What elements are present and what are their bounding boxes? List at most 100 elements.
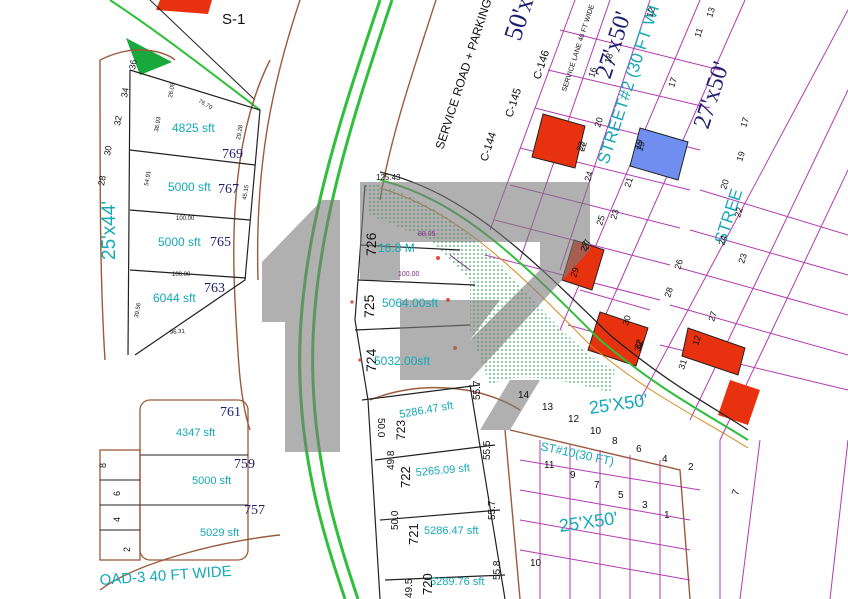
svg-text:12: 12	[568, 414, 580, 425]
svg-text:38.93: 38.93	[154, 116, 163, 132]
lot-number-763: 763	[204, 281, 225, 296]
label-size-25-b: 25'X50'	[558, 508, 619, 536]
lot-area-767: 5000 sft	[168, 180, 211, 194]
lot-area-761: 4347 sft	[176, 427, 215, 439]
svg-text:11: 11	[692, 27, 704, 39]
lot-area-759: 5000 sft	[192, 475, 231, 487]
lot-number-725: 725	[361, 294, 377, 318]
svg-text:19: 19	[734, 150, 747, 163]
svg-text:26.09: 26.09	[168, 82, 177, 98]
lot-area-725: 5064.00sft	[382, 296, 439, 310]
svg-text:8: 8	[612, 436, 618, 447]
label-size-25-a: 25'X50'	[588, 390, 649, 418]
svg-text:22: 22	[732, 206, 745, 219]
svg-text:76.70: 76.70	[197, 99, 214, 112]
svg-text:6: 6	[112, 491, 122, 496]
red-plot	[681, 327, 746, 376]
svg-text:17: 17	[666, 76, 679, 89]
lot-number-721: 721	[406, 523, 421, 545]
lot-number-759: 759	[234, 457, 255, 472]
svg-text:10: 10	[590, 426, 602, 437]
svg-text:8: 8	[98, 463, 108, 468]
svg-text:9: 9	[570, 470, 576, 481]
lot-number-765: 765	[210, 235, 231, 250]
lot-area-723: 5286.47 sft	[398, 400, 454, 421]
lot-area-726: 16.8 M	[378, 241, 415, 255]
svg-text:28: 28	[662, 286, 675, 299]
svg-text:14: 14	[518, 390, 530, 401]
svg-text:6: 6	[636, 444, 642, 455]
lot-number-757: 757	[244, 503, 265, 518]
lot-number-726: 726	[363, 232, 379, 256]
svg-text:34: 34	[119, 87, 131, 99]
left-ruler: 36 34 32 30 28	[96, 59, 139, 187]
dim-mid-b: 100.00	[398, 271, 420, 278]
svg-text:96.31: 96.31	[170, 329, 186, 336]
svg-text:10: 10	[530, 558, 542, 569]
lot-number-769: 769	[222, 147, 243, 162]
lot-number-722: 722	[398, 466, 413, 488]
svg-text:31: 31	[676, 358, 689, 371]
lot-area-765: 5000 sft	[158, 235, 201, 249]
lot-area-721: 5286.47 sft	[424, 525, 478, 537]
lot-area-720: 5289.76 sft	[430, 576, 484, 588]
svg-text:3: 3	[642, 500, 648, 511]
svg-text:23: 23	[736, 252, 749, 265]
dim-l2: 49.8	[386, 450, 397, 470]
bottom-left-lot-labels: 4347 sft 761 5000 sft 759 5029 sft 757	[176, 405, 265, 539]
blue-plot	[629, 127, 689, 181]
lot-area-722: 5265.09 sft	[415, 462, 470, 479]
svg-text:100.00: 100.00	[176, 216, 195, 222]
svg-text:7: 7	[730, 488, 742, 497]
svg-text:2: 2	[688, 462, 694, 473]
lot-area-757: 5029 sft	[200, 527, 239, 539]
label-c144: C-144	[478, 131, 499, 163]
svg-text:27: 27	[706, 310, 719, 323]
svg-text:29.28: 29.28	[236, 124, 245, 140]
lot-number-767: 767	[218, 182, 239, 197]
svg-text:36: 36	[127, 59, 139, 71]
label-s1: S-1	[222, 11, 245, 28]
label-service-road: SERVICE ROAD + PARKING	[433, 0, 495, 151]
svg-text:39.56: 39.56	[134, 302, 143, 318]
svg-text:17: 17	[738, 116, 751, 129]
svg-text:7: 7	[594, 480, 600, 491]
label-road3: OAD-3 40 FT WIDE	[99, 563, 232, 589]
label-c145: C-145	[503, 87, 524, 119]
label-size-top: 50'x	[498, 0, 539, 44]
dim-l1: 50.0	[375, 418, 386, 438]
site-plan-map: S-1 SERVICE ROAD + PARKING C-144 C-145 C…	[96, 0, 848, 599]
svg-text:2: 2	[122, 547, 132, 552]
dim-d3: 55.7	[487, 500, 498, 520]
dim-d1: 55.7	[472, 380, 483, 400]
svg-text:4: 4	[662, 454, 668, 465]
svg-text:1: 1	[664, 510, 670, 521]
lot-number-761: 761	[220, 405, 241, 420]
svg-text:21: 21	[622, 176, 635, 189]
label-c146: C-146	[531, 49, 552, 81]
svg-text:100.00: 100.00	[172, 272, 191, 278]
lot-number-723: 723	[394, 420, 408, 440]
dim-d2: 55.5	[482, 440, 493, 460]
lot-number-720: 720	[420, 573, 435, 595]
label-size-left: 25'x44'	[99, 201, 120, 260]
lot-area-763: 6044 sft	[153, 291, 196, 305]
svg-text:28: 28	[96, 175, 108, 187]
svg-text:30: 30	[102, 145, 114, 157]
svg-text:11: 11	[544, 460, 555, 471]
bottom-ruler: 8 6 4 2	[98, 463, 132, 552]
dim-l4: 49.5	[404, 578, 415, 598]
lot-area-769: 4825 sft	[172, 121, 215, 135]
dim-top: 125.43	[376, 173, 401, 182]
svg-text:4: 4	[112, 517, 122, 522]
svg-text:32: 32	[112, 115, 124, 127]
svg-text:54.91: 54.91	[144, 170, 153, 186]
lot-area-724: 5032.00sft	[374, 354, 431, 368]
svg-text:5: 5	[618, 490, 624, 501]
svg-text:23: 23	[608, 208, 621, 221]
dim-mid-a: 88.05	[418, 231, 436, 238]
dim-d4: 55.8	[492, 560, 503, 580]
red-plot	[718, 380, 760, 425]
red-plot	[156, 0, 212, 14]
label-size-27-b: 27'x50'	[689, 59, 735, 132]
